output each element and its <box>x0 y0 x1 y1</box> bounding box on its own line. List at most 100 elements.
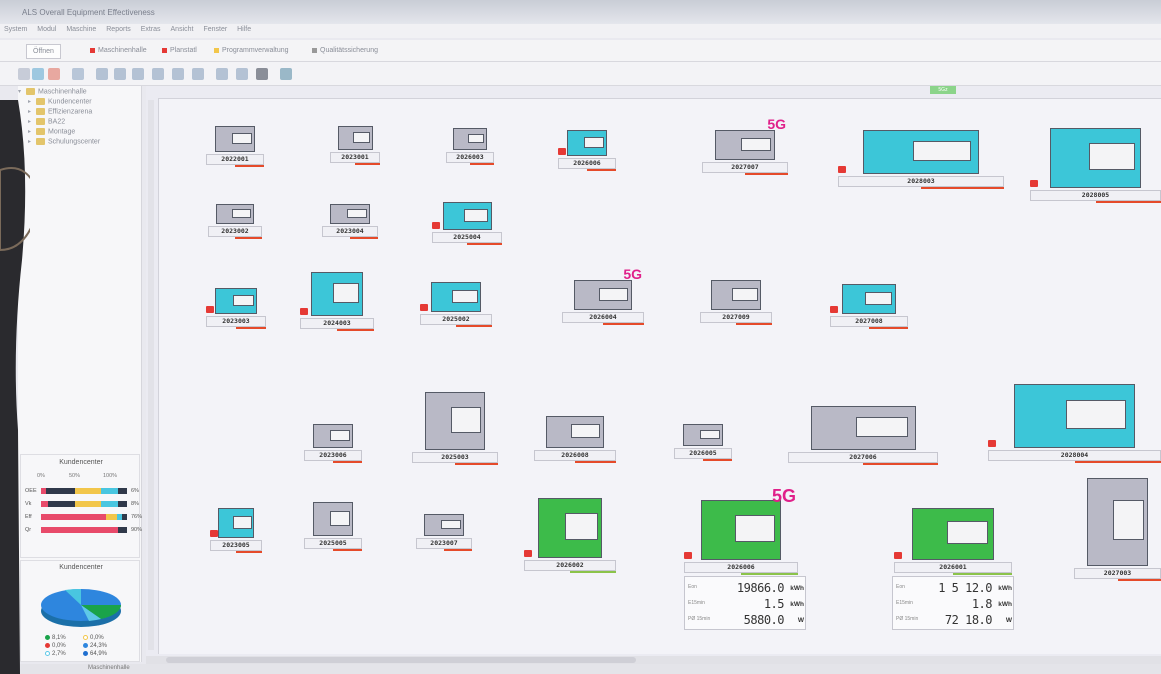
machine-label: 2022001 <box>206 154 264 165</box>
alarm-icon[interactable] <box>894 552 902 559</box>
machine-2025003[interactable]: 2025003 <box>412 392 498 466</box>
tab-maschinenhalle[interactable]: Maschinenhalle <box>84 44 153 59</box>
toolbar-pin-icon[interactable] <box>18 68 30 80</box>
alarm-icon[interactable] <box>300 308 308 315</box>
machine-2023007[interactable]: 2023007 <box>416 514 472 552</box>
machine-status-line <box>1117 579 1161 581</box>
machine-status-line <box>333 549 362 551</box>
tree-root-maschinenhalle[interactable]: ▾ Maschinenhalle <box>18 88 87 95</box>
toolbar-settings-icon[interactable] <box>96 68 108 80</box>
machine-2026003[interactable]: 2026003 <box>446 128 494 166</box>
machine-unit <box>1113 500 1144 540</box>
alarm-icon[interactable] <box>684 552 692 559</box>
alarm-icon[interactable] <box>206 306 214 313</box>
legend-dot-icon <box>45 651 50 656</box>
machine-2027006[interactable]: 2027006 <box>788 406 938 466</box>
machine-2028005[interactable]: 2028005 <box>1030 128 1161 204</box>
tree-item-ba22[interactable]: ▸ BA22 <box>28 118 65 125</box>
toolbar-binoculars-icon[interactable] <box>256 68 268 80</box>
alarm-icon[interactable] <box>830 306 838 313</box>
machine-2026002[interactable]: 2026002 <box>524 498 616 574</box>
alarm-icon[interactable] <box>988 440 996 447</box>
tree-item-schulungscenter[interactable]: ▸ Schulungscenter <box>28 138 100 145</box>
machine-2023006[interactable]: 2023006 <box>304 424 362 464</box>
machine-2022001[interactable]: 2022001 <box>206 126 264 168</box>
kpi-row-oee: OEE 6% <box>25 487 141 495</box>
toolbar-machine-icon[interactable] <box>114 68 126 80</box>
machine-2027003[interactable]: 2027003 <box>1074 478 1161 582</box>
toolbar-doc-icon[interactable] <box>236 68 248 80</box>
menu-system[interactable]: System <box>0 24 31 33</box>
machine-2023005[interactable]: 2023005 <box>210 508 262 554</box>
kpi-row-qr: Qr 90% <box>25 526 142 534</box>
kpi-bar <box>41 501 127 507</box>
energy-label: PØ 15min <box>688 616 711 622</box>
horizontal-scrollbar[interactable] <box>146 656 1161 664</box>
alarm-icon[interactable] <box>558 148 566 155</box>
machine-status-line <box>467 243 502 245</box>
tree-item-effizienzarena[interactable]: ▸ Effizienzarena <box>28 108 92 115</box>
toolbar-grid-icon[interactable] <box>152 68 164 80</box>
toolbar-add-icon[interactable] <box>32 68 44 80</box>
machine-2025005[interactable]: 2025005 <box>304 502 362 552</box>
machine-2026008[interactable]: 2026008 <box>534 416 616 464</box>
scrollbar-thumb[interactable] <box>166 657 636 663</box>
machine-2023002[interactable]: 2023002 <box>208 204 262 240</box>
tab-planstatl[interactable]: Planstatl <box>156 44 203 59</box>
machine-2025004[interactable]: 2025004 <box>432 202 502 246</box>
toolbar-remove-icon[interactable] <box>48 68 60 80</box>
machine-unit <box>1065 400 1127 429</box>
machine-2026004[interactable]: 2026004 5G <box>562 266 644 326</box>
tab-open-label: Öffnen <box>33 48 54 55</box>
menu-extras[interactable]: Extras <box>137 24 165 33</box>
toolbar-transfer-icon[interactable] <box>132 68 144 80</box>
tree-item-label: Kundencenter <box>48 98 92 106</box>
machine-2027008[interactable]: 2027008 <box>830 284 908 330</box>
menu-modul[interactable]: Modul <box>33 24 60 33</box>
menu-reports[interactable]: Reports <box>102 24 135 33</box>
machine-2023003[interactable]: 2023003 <box>206 288 266 330</box>
machine-2027007[interactable]: 2027007 5G <box>702 116 788 176</box>
menu-hilfe[interactable]: Hilfe <box>233 24 255 33</box>
alarm-icon[interactable] <box>838 166 846 173</box>
menu-ansicht[interactable]: Ansicht <box>167 24 198 33</box>
badge-5g: 5G <box>767 116 786 132</box>
toolbar-table-icon[interactable] <box>172 68 184 80</box>
legend-dot-icon <box>83 635 88 640</box>
machine-2026001[interactable]: 2026001 <box>894 508 1012 576</box>
vertical-scrollbar[interactable] <box>148 100 154 650</box>
machine-2023004[interactable]: 2023004 <box>322 204 378 240</box>
tab-dot-icon <box>214 47 219 53</box>
tab-open[interactable]: Öffnen <box>26 44 61 59</box>
alarm-icon[interactable] <box>524 550 532 557</box>
alarm-icon[interactable] <box>432 222 440 229</box>
machine-2023001[interactable]: 2023001 <box>330 126 380 166</box>
machine-2028004[interactable]: 2028004 <box>988 384 1161 464</box>
badge-5g: 5G <box>623 266 642 282</box>
toolbar-home-icon[interactable] <box>72 68 84 80</box>
machine-2026006[interactable]: 2026006 <box>558 130 616 172</box>
pie-legend-item: 0,0% <box>83 635 104 641</box>
machine-2027009[interactable]: 2027009 <box>700 280 772 326</box>
tab-programmverwaltung[interactable]: Programmverwaltung <box>208 44 295 59</box>
machine-unit <box>865 291 893 305</box>
machine-2025002[interactable]: 2025002 <box>420 282 492 328</box>
toolbar-list-icon[interactable] <box>216 68 228 80</box>
alarm-icon[interactable] <box>420 304 428 311</box>
tab-qualitaetssicherung[interactable]: Qualitätssicherung <box>306 44 384 59</box>
toolbar-monitor-icon[interactable] <box>280 68 292 80</box>
toolbar-layers-icon[interactable] <box>192 68 204 80</box>
tree-root-label: Maschinenhalle <box>38 88 87 96</box>
machine-2028003[interactable]: 2028003 <box>838 130 1004 190</box>
menu-fenster[interactable]: Fenster <box>199 24 231 33</box>
machine-2026006[interactable]: 2026006 5G <box>684 486 798 576</box>
kpi-bar-segment-cyan <box>116 514 122 520</box>
machine-2026005[interactable]: 2026005 <box>674 424 732 462</box>
tree-item-kundencenter[interactable]: ▸ Kundencenter <box>28 98 92 105</box>
tree-item-montage[interactable]: ▸ Montage <box>28 128 75 135</box>
collapse-icon[interactable]: ▾ <box>18 88 26 95</box>
alarm-icon[interactable] <box>1030 180 1038 187</box>
menu-maschine[interactable]: Maschine <box>62 24 100 33</box>
machine-2024003[interactable]: 2024003 <box>300 272 374 332</box>
alarm-icon[interactable] <box>210 530 218 537</box>
